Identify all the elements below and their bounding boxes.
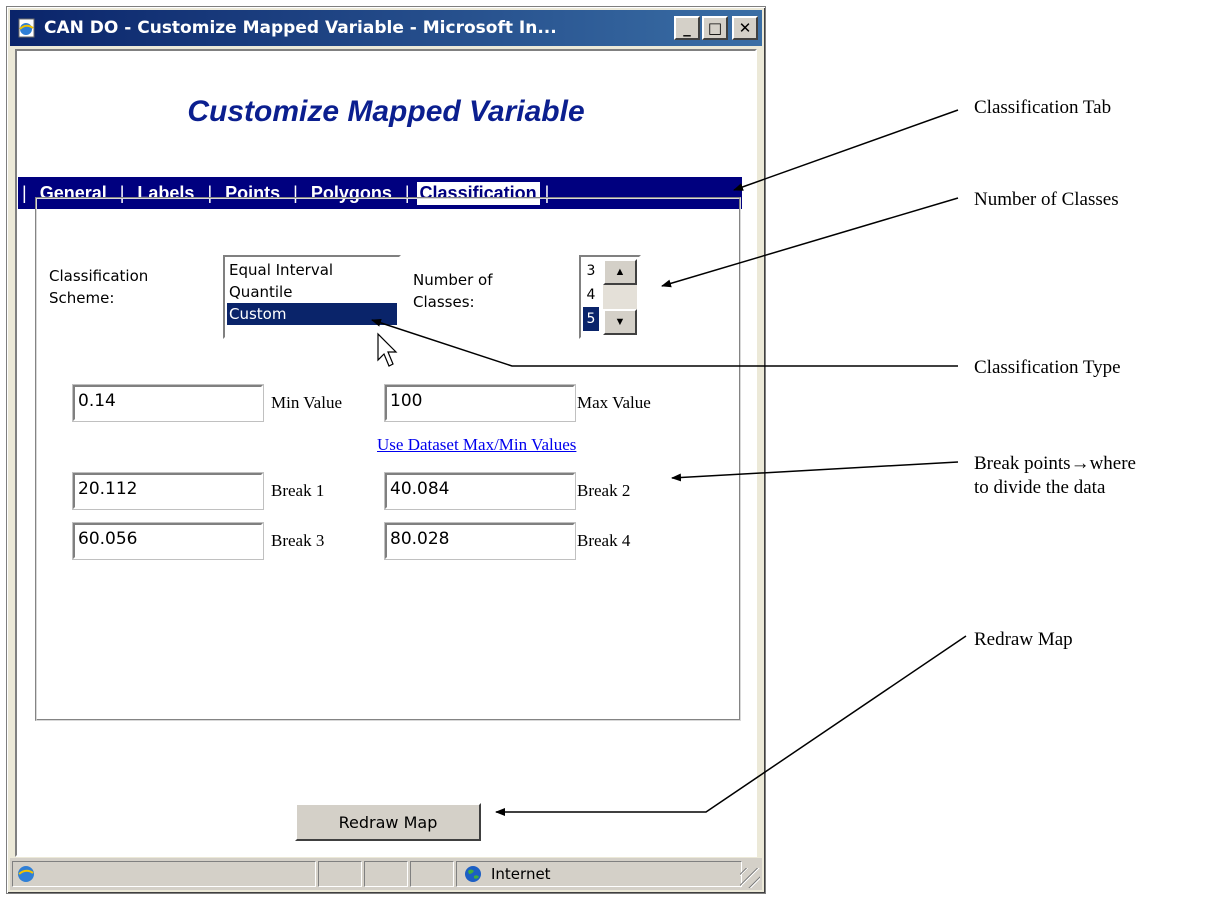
annotation-break-points-line1: Break points→where bbox=[974, 453, 1136, 474]
annotation-redraw-map: Redraw Map bbox=[974, 629, 1073, 650]
minimize-icon: _ bbox=[683, 18, 691, 37]
status-cell bbox=[318, 861, 362, 887]
min-value-label: Min Value bbox=[271, 393, 342, 412]
title-bar[interactable]: CAN DO - Customize Mapped Variable - Mic… bbox=[10, 10, 762, 46]
window-title: CAN DO - Customize Mapped Variable - Mic… bbox=[44, 18, 557, 38]
tab-separator: | bbox=[22, 182, 27, 203]
max-value-input[interactable]: 100 bbox=[384, 384, 576, 422]
status-cell bbox=[364, 861, 408, 887]
break-2-label: Break 2 bbox=[577, 481, 631, 500]
classification-scheme-label: Classification Scheme: bbox=[49, 267, 149, 307]
annotation-classification-tab: Classification Tab bbox=[974, 97, 1112, 118]
break-3-input[interactable]: 60.056 bbox=[72, 522, 264, 560]
scheme-option-equal-interval[interactable]: Equal Interval bbox=[227, 259, 397, 281]
redraw-map-button[interactable]: Redraw Map bbox=[295, 803, 481, 841]
arrow-classification-tab bbox=[733, 109, 959, 191]
status-bar: Internet bbox=[10, 858, 762, 890]
security-zone-label: Internet bbox=[491, 865, 551, 883]
break-3-label: Break 3 bbox=[271, 531, 325, 550]
break-1-label: Break 1 bbox=[271, 481, 325, 500]
maximize-button[interactable]: □ bbox=[702, 16, 728, 40]
classes-option-4[interactable]: 4 bbox=[583, 283, 599, 307]
classes-option-3[interactable]: 3 bbox=[583, 259, 599, 283]
ie-page-icon bbox=[18, 866, 34, 882]
globe-icon bbox=[465, 866, 481, 882]
ie-page-icon bbox=[14, 15, 40, 41]
status-text-cell bbox=[12, 861, 316, 887]
classes-scrollbar[interactable]: ▲ ▼ bbox=[603, 259, 637, 335]
status-cell bbox=[410, 861, 454, 887]
annotation-number-of-classes: Number of Classes bbox=[974, 189, 1119, 210]
close-icon: ✕ bbox=[738, 18, 752, 37]
resize-grip-icon[interactable] bbox=[740, 868, 760, 888]
browser-window: CAN DO - Customize Mapped Variable - Mic… bbox=[6, 6, 766, 894]
minimize-button[interactable]: _ bbox=[674, 16, 700, 40]
scroll-down-arrow-icon[interactable]: ▼ bbox=[603, 309, 637, 335]
scheme-option-quantile[interactable]: Quantile bbox=[227, 281, 397, 303]
min-value-input[interactable]: 0.14 bbox=[72, 384, 264, 422]
use-dataset-values-link[interactable]: Use Dataset Max/Min Values bbox=[377, 435, 576, 455]
break-2-input[interactable]: 40.084 bbox=[384, 472, 576, 510]
maximize-icon: □ bbox=[707, 18, 723, 37]
break-4-input[interactable]: 80.028 bbox=[384, 522, 576, 560]
scheme-option-custom[interactable]: Custom bbox=[227, 303, 397, 325]
classification-scheme-listbox[interactable]: Equal Interval Quantile Custom bbox=[223, 255, 401, 339]
break-1-input[interactable]: 20.112 bbox=[72, 472, 264, 510]
annotation-classification-type: Classification Type bbox=[974, 357, 1121, 378]
security-zone: Internet bbox=[456, 861, 742, 887]
break-4-label: Break 4 bbox=[577, 531, 631, 550]
page-title: Customize Mapped Variable bbox=[187, 95, 585, 128]
close-button[interactable]: ✕ bbox=[732, 16, 758, 40]
classes-option-5[interactable]: 5 bbox=[583, 307, 599, 331]
number-of-classes-listbox[interactable]: 3 4 5 ▲ ▼ bbox=[579, 255, 641, 339]
scroll-up-arrow-icon[interactable]: ▲ bbox=[603, 259, 637, 285]
max-value-label: Max Value bbox=[577, 393, 651, 412]
number-of-classes-label: Number of Classes: bbox=[413, 271, 493, 311]
annotation-break-points-line2: to divide the data bbox=[974, 477, 1106, 498]
